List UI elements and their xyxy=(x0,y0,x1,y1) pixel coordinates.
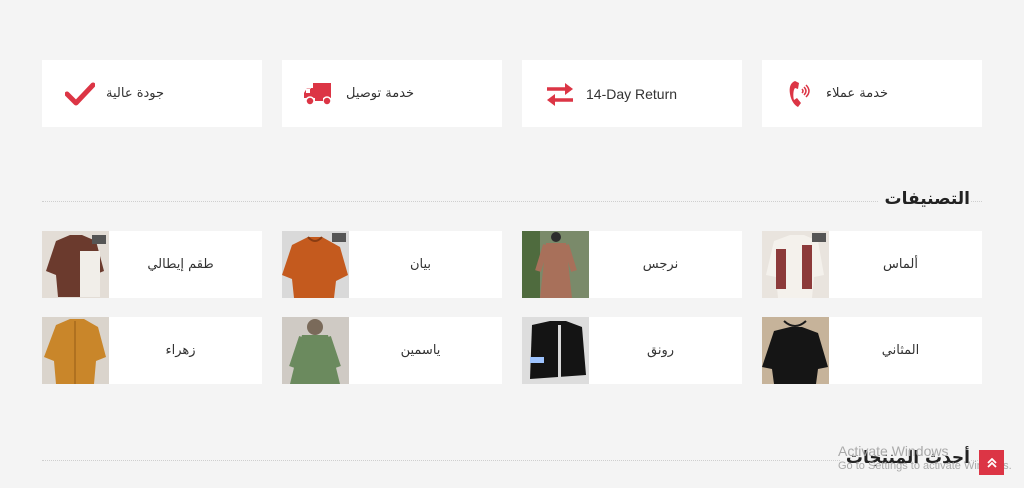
category-card[interactable]: طقم إيطالي xyxy=(42,231,262,298)
category-name: طقم إيطالي xyxy=(147,257,214,272)
category-card[interactable]: زهراء xyxy=(42,317,262,384)
feature-label: خدمة توصيل xyxy=(346,86,415,101)
category-card[interactable]: ألماس xyxy=(762,231,982,298)
category-image xyxy=(42,231,109,298)
categories-heading: التصنيفات xyxy=(42,189,982,211)
category-card[interactable]: نرجس xyxy=(522,231,742,298)
feature-label: خدمة عملاء xyxy=(826,86,889,101)
category-card[interactable]: بيان xyxy=(282,231,502,298)
feature-return: 14-Day Return xyxy=(522,60,742,127)
category-name: زهراء xyxy=(165,343,196,358)
category-image xyxy=(282,317,349,384)
truck-icon xyxy=(302,76,338,112)
category-card[interactable]: رونق xyxy=(522,317,742,384)
phone-icon xyxy=(782,76,818,112)
feature-quality: جودة عالية xyxy=(42,60,262,127)
feature-label: جودة عالية xyxy=(106,86,165,101)
category-card[interactable]: المثاني xyxy=(762,317,982,384)
category-name: نرجس xyxy=(642,257,679,272)
categories-grid: طقم إيطالي بيان نرجس ألماس زهراء ياسمين … xyxy=(42,231,982,384)
category-name: ألماس xyxy=(883,257,918,272)
category-name: رونق xyxy=(646,343,674,358)
scroll-to-top-button[interactable] xyxy=(979,450,1004,475)
category-image xyxy=(762,317,829,384)
category-image xyxy=(42,317,109,384)
double-chevron-up-icon xyxy=(986,453,997,472)
category-name: ياسمين xyxy=(400,343,441,358)
category-name: بيان xyxy=(409,257,432,272)
feature-label: 14-Day Return xyxy=(586,85,678,102)
check-icon xyxy=(62,76,98,112)
feature-support: خدمة عملاء xyxy=(762,60,982,127)
exchange-arrows-icon xyxy=(542,76,578,112)
divider xyxy=(42,201,982,202)
category-card[interactable]: ياسمين xyxy=(282,317,502,384)
section-title: التصنيفات xyxy=(878,189,970,209)
features-row: جودة عالية خدمة توصيل 14-Day Return خدمة… xyxy=(42,60,982,127)
feature-delivery: خدمة توصيل xyxy=(282,60,502,127)
category-image xyxy=(522,317,589,384)
category-image xyxy=(282,231,349,298)
category-image xyxy=(522,231,589,298)
category-name: المثاني xyxy=(881,343,920,358)
category-image xyxy=(762,231,829,298)
